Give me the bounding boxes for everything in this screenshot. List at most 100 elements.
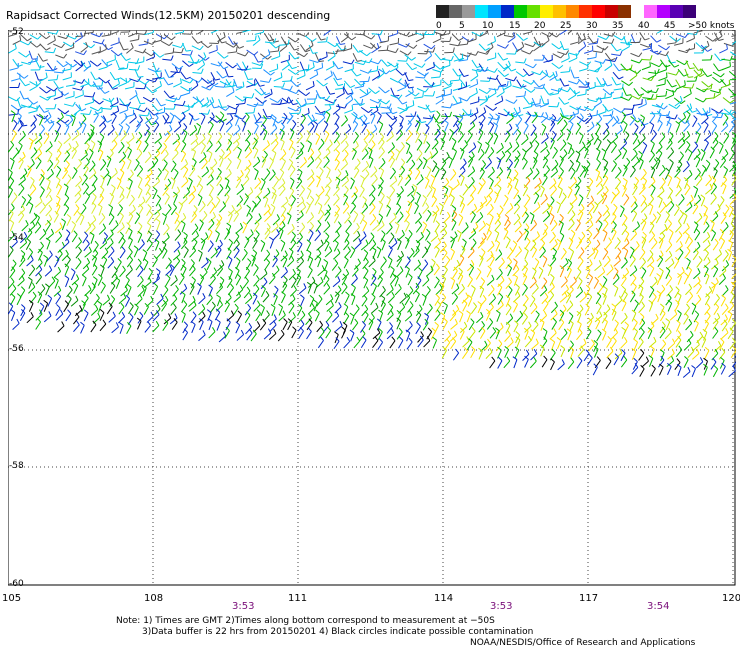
wind-barb <box>370 102 381 109</box>
wind-barb <box>63 183 69 196</box>
wind-barb <box>531 338 539 350</box>
wind-barb <box>691 141 699 154</box>
wind-barb <box>316 294 323 307</box>
wind-barb <box>323 221 331 233</box>
wind-barb <box>452 147 458 160</box>
wind-barb <box>721 55 733 61</box>
wind-barb <box>244 311 251 324</box>
wind-barb <box>404 174 412 186</box>
wind-barb <box>312 281 318 294</box>
wind-barb <box>116 258 122 270</box>
wind-barb <box>332 230 340 243</box>
wind-barb <box>721 285 729 297</box>
wind-barb <box>665 219 672 232</box>
wind-barb <box>226 86 235 97</box>
wind-barb <box>478 107 487 118</box>
wind-barb <box>610 141 617 154</box>
time-label: 3:54 <box>647 601 670 612</box>
wind-barb <box>622 87 632 96</box>
wind-barb <box>84 142 90 155</box>
wind-barb <box>593 61 603 72</box>
wind-barb <box>217 105 230 111</box>
wind-barb <box>404 310 413 322</box>
wind-barb <box>524 247 529 260</box>
wind-barb <box>664 250 673 263</box>
wind-barb <box>45 141 53 153</box>
wind-barb <box>152 255 158 268</box>
wind-barb <box>722 250 729 262</box>
wind-barb <box>478 128 484 141</box>
wind-barb <box>377 184 383 197</box>
wind-barb <box>29 41 42 48</box>
wind-barb <box>173 241 181 253</box>
wind-barb <box>504 330 511 342</box>
wind-barb <box>11 73 21 82</box>
wind-barb <box>658 44 670 51</box>
wind-barb <box>542 255 548 268</box>
wind-barb <box>119 41 129 51</box>
wind-barb <box>575 286 584 298</box>
wind-barb <box>349 329 355 342</box>
wind-barb <box>369 140 376 152</box>
wind-barb <box>503 194 509 207</box>
wind-barb <box>172 47 184 54</box>
wind-barb <box>75 237 82 249</box>
wind-barb <box>269 169 276 181</box>
wind-barb <box>25 194 32 207</box>
wind-barb <box>559 30 568 35</box>
wind-barb <box>225 121 233 133</box>
wind-barb <box>641 61 651 71</box>
wind-barb <box>532 202 541 213</box>
wind-barb <box>612 92 623 100</box>
wind-barb <box>372 282 377 295</box>
wind-barb <box>416 310 422 323</box>
wind-barb <box>669 309 678 321</box>
wind-barb <box>714 249 722 261</box>
wind-barb <box>522 30 533 35</box>
wind-barb <box>722 97 735 104</box>
wind-barb <box>74 121 82 133</box>
wind-barb <box>135 83 147 90</box>
legend-swatch <box>462 5 475 18</box>
wind-barb <box>704 346 710 359</box>
wind-barb <box>126 42 134 54</box>
wind-barb <box>135 258 142 271</box>
wind-barb <box>197 54 210 61</box>
wind-barb <box>621 326 627 339</box>
wind-barb <box>650 364 656 377</box>
wind-barb <box>334 204 341 217</box>
wind-barb <box>82 294 89 306</box>
wind-barb <box>89 231 95 244</box>
wind-barb <box>595 147 601 160</box>
wind-barb <box>109 281 116 294</box>
wind-barb <box>435 89 446 99</box>
wind-barb <box>515 90 527 98</box>
wind-barb <box>349 246 356 259</box>
wind-barb <box>693 267 701 280</box>
wind-barb <box>549 328 557 340</box>
wind-barb <box>245 129 252 142</box>
wind-barb <box>352 53 363 62</box>
wind-barb <box>494 229 500 242</box>
wind-barb <box>359 231 367 243</box>
wind-barb <box>458 283 465 296</box>
wind-barb <box>349 312 355 325</box>
wind-barb <box>466 310 471 323</box>
wind-barb <box>426 115 433 127</box>
wind-barb <box>549 231 556 244</box>
wind-barb <box>548 196 555 209</box>
wind-barb <box>286 112 293 124</box>
wind-barb <box>389 77 402 83</box>
wind-barb <box>217 184 224 196</box>
wind-barb <box>416 138 423 151</box>
wind-barb <box>440 137 446 150</box>
wind-barb <box>602 248 609 260</box>
wind-barb <box>450 318 458 330</box>
wind-barb <box>152 273 160 285</box>
wind-barb <box>270 203 276 216</box>
wind-barb <box>668 228 674 241</box>
wind-barb <box>18 51 30 58</box>
wind-barb <box>334 158 340 171</box>
wind-barb <box>442 151 450 164</box>
wind-barb <box>153 80 162 91</box>
